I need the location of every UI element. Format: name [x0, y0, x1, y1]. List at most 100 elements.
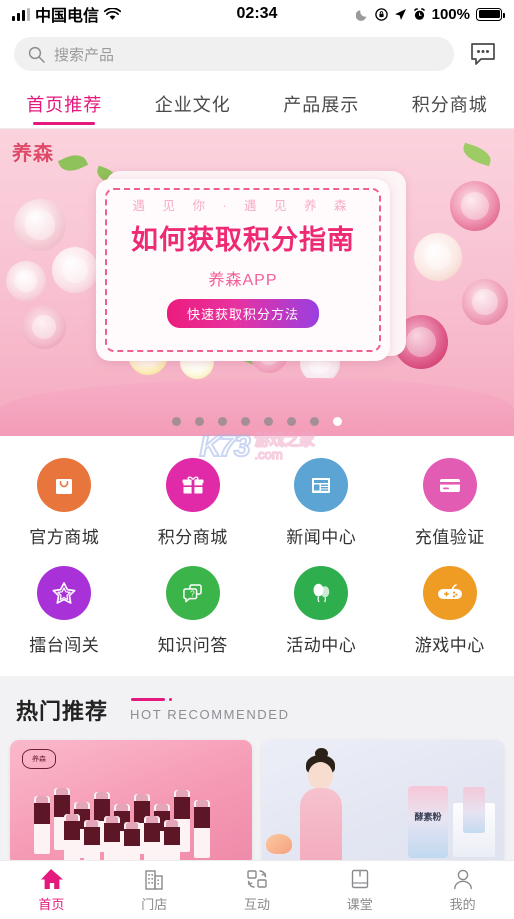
grid-item-activity-center[interactable]: 活动中心 [257, 558, 386, 666]
promo-banner-carousel[interactable]: 养森 遇 见 你 · 遇 见 养 森 如何获取积分指南 养森APP 快速获取积分… [0, 129, 514, 436]
grid-item-label: 充值验证 [414, 528, 485, 547]
carousel-dot[interactable] [310, 417, 319, 426]
section-subtitle: HOT RECOMMENDED [130, 707, 290, 722]
tab-points-mall[interactable]: 积分商城 [386, 80, 514, 128]
grid-item-news-center[interactable]: 新闻中心 [257, 450, 386, 558]
banner-card-front: 遇 见 你 · 遇 见 养 森 如何获取积分指南 养森APP 快速获取积分方法 [96, 179, 390, 361]
flower-decoration [462, 279, 508, 325]
message-bubble-icon[interactable] [466, 37, 500, 71]
carousel-dot[interactable] [264, 417, 273, 426]
grid-item-knowledge-qa[interactable]: ? 知识问答 [129, 558, 258, 666]
banner-card: 遇 见 你 · 遇 见 养 森 如何获取积分指南 养森APP 快速获取积分方法 [96, 171, 406, 361]
book-icon [351, 869, 368, 889]
grid-item-label: 新闻中心 [286, 528, 357, 547]
bottom-navigation: 首页 门店 互动 课堂 我的 [0, 860, 514, 919]
search-input[interactable]: 搜索产品 [14, 37, 454, 71]
grid-item-label: 游戏中心 [414, 636, 485, 655]
carousel-dot[interactable] [195, 417, 204, 426]
svg-text:?: ? [190, 589, 195, 598]
balloons-icon [294, 566, 349, 620]
bottom-nav-interact[interactable]: 互动 [206, 861, 309, 919]
battery-icon [476, 7, 505, 21]
rotation-lock-icon [374, 7, 388, 21]
tab-label: 产品展示 [283, 95, 360, 115]
bottom-nav-label: 首页 [38, 897, 65, 912]
bottom-nav-label: 门店 [141, 897, 168, 912]
product-tube [463, 787, 485, 833]
tab-active-underline [290, 122, 352, 125]
flower-decoration [52, 247, 98, 293]
tab-active-underline [33, 122, 96, 125]
rose-decoration [266, 834, 292, 854]
star-icon [37, 566, 92, 620]
moon-icon [355, 9, 366, 21]
status-bar: 中国电信 02:34 100% [0, 0, 514, 28]
tab-label: 积分商城 [411, 95, 488, 115]
bottom-nav-store[interactable]: 门店 [103, 861, 206, 919]
carousel-dot[interactable] [287, 417, 296, 426]
category-tabs: 首页推荐 企业文化 产品展示 积分商城 [0, 80, 514, 129]
product-card-drink-bottles[interactable]: 养森 [10, 740, 252, 866]
carousel-dot[interactable] [218, 417, 227, 426]
grid-item-label: 知识问答 [157, 636, 228, 655]
product-name-label: 酵素粉 [414, 812, 442, 822]
tab-active-underline [162, 122, 224, 125]
product-card-enzyme-powder[interactable]: 酵素粉 [262, 740, 504, 866]
shopping-bag-icon [37, 458, 92, 512]
section-accent-dash [131, 698, 173, 701]
search-placeholder: 搜索产品 [54, 46, 115, 64]
grid-item-points-mall[interactable]: 积分商城 [129, 450, 258, 558]
exchange-arrows-icon [247, 870, 267, 888]
product-brand-badge: 养森 [22, 749, 56, 769]
carrier-label: 中国电信 [35, 8, 100, 25]
app-screen: 中国电信 02:34 100% 搜索产品 首页推荐 企业文化 产品展示 积分商城… [0, 0, 514, 919]
tab-home-recommend[interactable]: 首页推荐 [0, 80, 129, 128]
carousel-dot-active[interactable] [333, 417, 342, 426]
grid-item-label: 活动中心 [286, 636, 357, 655]
bottom-nav-profile[interactable]: 我的 [411, 861, 514, 919]
flower-decoration [22, 305, 66, 349]
leaf-decoration [460, 142, 494, 167]
grid-item-label: 官方商城 [29, 528, 100, 547]
person-icon [453, 869, 472, 890]
tab-active-underline [419, 122, 481, 125]
bottom-nav-label: 课堂 [346, 897, 373, 912]
carousel-indicator [0, 417, 514, 426]
gift-icon [165, 458, 220, 512]
signal-bars-icon [12, 7, 30, 21]
grid-item-game-center[interactable]: 游戏中心 [386, 558, 514, 666]
banner-tagline: 遇 见 你 · 遇 见 养 森 [132, 199, 354, 213]
bottom-nav-classroom[interactable]: 课堂 [308, 861, 411, 919]
search-row: 搜索产品 [0, 28, 514, 80]
banner-wave-decoration [0, 378, 514, 436]
leaf-decoration [57, 150, 89, 176]
grid-item-recharge-verify[interactable]: 充值验证 [386, 450, 514, 558]
wifi-icon [104, 7, 122, 20]
product-gift-box [452, 787, 496, 858]
bottom-nav-home[interactable]: 首页 [0, 861, 103, 919]
flower-decoration [14, 199, 66, 251]
hot-recommended-section: 热门推荐 HOT RECOMMENDED 养森 酵素粉 [0, 676, 514, 866]
search-icon [28, 46, 45, 63]
newspaper-icon [294, 458, 349, 512]
flower-decoration [450, 181, 500, 231]
tab-corporate-culture[interactable]: 企业文化 [129, 80, 258, 128]
gamepad-icon [422, 566, 477, 620]
grid-item-arena-challenge[interactable]: 擂台闯关 [0, 558, 129, 666]
bottom-nav-label: 我的 [449, 897, 476, 912]
grid-item-label: 积分商城 [157, 528, 228, 547]
quick-action-grid: K73 游戏之家 .com 官方商城 积分商城 新闻中心 充值验证 擂台闯关 ?… [0, 429, 514, 676]
tab-product-showcase[interactable]: 产品展示 [257, 80, 386, 128]
flower-decoration [6, 261, 46, 301]
bottom-nav-label: 互动 [243, 897, 270, 912]
banner-title: 如何获取积分指南 [131, 225, 355, 255]
banner-subtitle: 养森APP [208, 272, 278, 289]
grid-item-official-mall[interactable]: 官方商城 [0, 450, 129, 558]
carousel-dot[interactable] [172, 417, 181, 426]
banner-cta-button[interactable]: 快速获取积分方法 [166, 299, 319, 328]
model-figure [290, 748, 352, 866]
bottle-group [32, 774, 238, 866]
home-icon [41, 869, 64, 889]
carousel-dot[interactable] [241, 417, 250, 426]
product-package: 酵素粉 [408, 786, 448, 858]
